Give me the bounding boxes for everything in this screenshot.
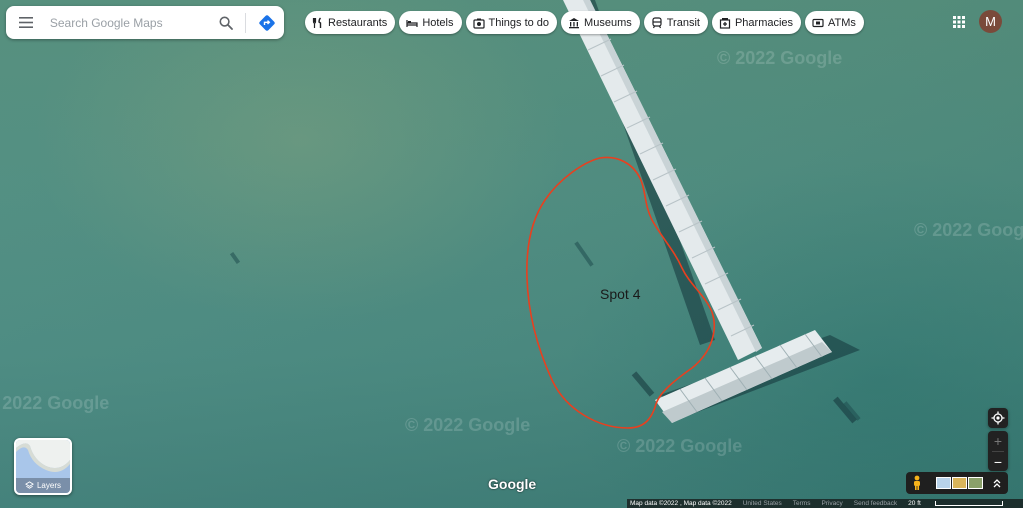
atm-icon (812, 17, 824, 29)
zoom-controls: + − (988, 431, 1008, 471)
chip-label: Pharmacies (734, 16, 794, 29)
menu-button[interactable] (6, 6, 46, 39)
layers-label-row: Layers (16, 481, 70, 490)
chip-transit[interactable]: Transit (643, 11, 708, 34)
privacy-link[interactable]: Privacy (821, 500, 842, 507)
country-link[interactable]: United States (743, 500, 782, 507)
pegman-icon (914, 475, 920, 490)
map-watermark: © 2022 Google (405, 415, 531, 435)
chip-restaurants[interactable]: Restaurants (305, 11, 396, 34)
account-avatar[interactable]: M (979, 10, 1002, 33)
museum-icon (568, 17, 580, 29)
chevron-up-double-icon (993, 479, 1001, 488)
map-watermark: © 2022 Google (914, 220, 1023, 240)
map-watermark: © 2022 Google (0, 393, 110, 413)
camera-icon (472, 17, 485, 29)
expand-button[interactable] (990, 474, 1004, 492)
directions-button[interactable] (250, 6, 284, 39)
pegman-button[interactable] (910, 474, 924, 492)
terms-link[interactable]: Terms (793, 500, 811, 507)
scale-bar (934, 501, 1003, 506)
my-location-button[interactable] (988, 408, 1008, 428)
fork-knife-icon (312, 17, 324, 29)
pharmacy-icon (719, 17, 731, 29)
chip-label: ATMs (828, 16, 856, 29)
chip-pharmacies[interactable]: Pharmacies (711, 11, 802, 34)
map-canvas[interactable]: © 2022 Google © 2022 Google © 2022 Googl… (0, 0, 1023, 508)
zoom-in-button[interactable]: + (988, 431, 1008, 451)
bed-icon (406, 17, 418, 29)
scale-label: 20 ft (908, 500, 921, 507)
apps-grid-icon[interactable] (949, 12, 969, 32)
layers-button[interactable]: Layers (14, 438, 72, 495)
thumbnail-satellite[interactable] (968, 477, 983, 489)
spot-label: Spot 4 (600, 286, 641, 302)
search-divider (245, 12, 247, 33)
chip-things-to-do[interactable]: Things to do (465, 11, 558, 34)
map-watermark: © 2022 Google (717, 48, 843, 68)
search-icon (219, 15, 234, 30)
thumbnail-terrain[interactable] (952, 477, 967, 489)
send-feedback-link[interactable]: Send feedback (854, 500, 897, 507)
category-chips: Restaurants Hotels Things to do Museums … (305, 11, 864, 34)
train-icon (651, 16, 663, 29)
google-logo: Google (488, 476, 537, 492)
map-data-attribution: Map data ©2022 , Map data ©2022 (630, 500, 732, 507)
layers-label: Layers (36, 481, 61, 490)
crosshair-icon (991, 411, 1005, 425)
search-button[interactable] (211, 6, 241, 39)
chip-label: Things to do (488, 16, 550, 29)
thumbnail-globe[interactable] (936, 477, 951, 489)
search-input[interactable] (45, 15, 210, 30)
chip-label: Restaurants (328, 16, 388, 29)
directions-icon (259, 14, 275, 31)
chip-label: Museums (584, 16, 632, 29)
layers-icon (25, 481, 34, 489)
chip-label: Hotels (422, 16, 454, 29)
hamburger-icon (18, 17, 33, 28)
chip-museums[interactable]: Museums (561, 11, 640, 34)
zoom-out-button[interactable]: − (988, 452, 1008, 471)
attribution-bar: Map data ©2022 , Map data ©2022 United S… (627, 499, 1023, 508)
imagery-thumbnails (936, 477, 983, 489)
chip-hotels[interactable]: Hotels (399, 11, 462, 34)
chip-atms[interactable]: ATMs (805, 11, 864, 34)
chip-label: Transit (666, 16, 700, 29)
map-watermark: © 2022 Google (617, 436, 743, 456)
street-view-tray (906, 472, 1008, 494)
scale-control[interactable]: 20 ft (908, 500, 1014, 507)
search-box (6, 6, 284, 39)
